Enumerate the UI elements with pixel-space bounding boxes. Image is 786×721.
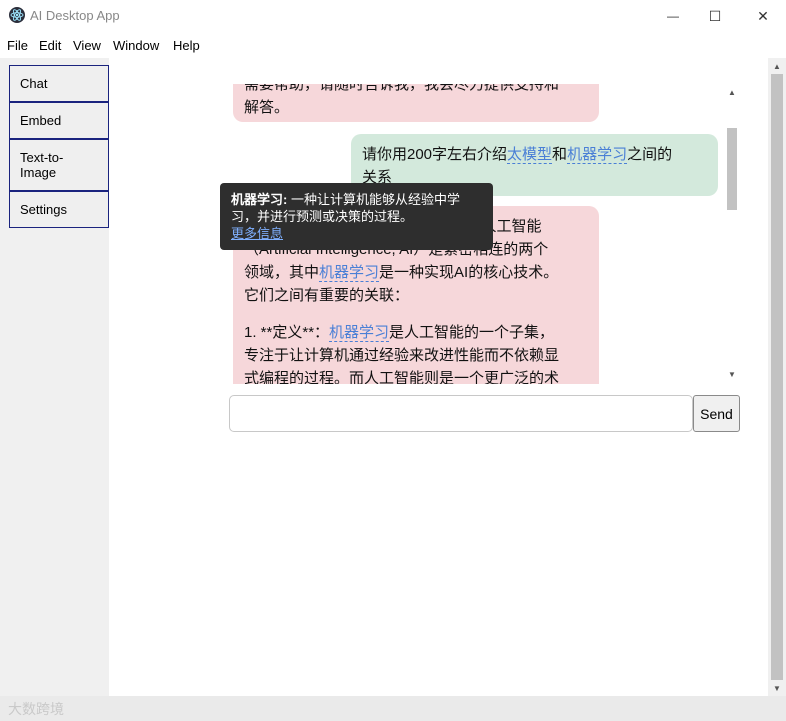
message-text: 1. **定义**： <box>244 324 330 341</box>
assistant-message: 需要帮助，请随时告诉我，我会尽力提供支持和 解答。 <box>233 84 599 122</box>
menu-help[interactable]: Help <box>173 38 200 53</box>
term-link-machine-learning[interactable]: 机器学习 <box>329 324 390 342</box>
maximize-button[interactable]: ☐ <box>692 0 738 32</box>
message-text: 和 <box>552 146 568 163</box>
scroll-up-icon[interactable]: ▲ <box>773 62 781 71</box>
window-scrollbar[interactable]: ▲ ▼ <box>768 58 786 696</box>
term-tooltip: 机器学习: 一种让计算机能够从经验中学 习，并进行预测或决策的过程。 更多信息 <box>220 183 493 250</box>
maximize-icon: ☐ <box>708 7 722 24</box>
menu-window[interactable]: Window <box>113 38 159 53</box>
watermark: 大数跨境 <box>8 702 64 718</box>
menu-edit[interactable]: Edit <box>39 38 61 53</box>
tooltip-line: 机器学习: 一种让计算机能够从经验中学 <box>231 191 482 208</box>
bottom-bar <box>0 696 786 721</box>
scroll-up-icon[interactable]: ▲ <box>728 88 736 97</box>
sidebar-item-label: Chat <box>20 76 48 91</box>
sidebar-label-line: Image <box>20 165 57 180</box>
message-line: 专注于让计算机通过经验来改进性能而不依赖显 <box>244 347 560 364</box>
close-icon: ✕ <box>757 7 769 24</box>
sidebar-item-embed[interactable]: Embed <box>9 102 109 139</box>
electron-atom-icon <box>9 7 25 23</box>
minimize-icon: — <box>667 9 679 23</box>
message-line: 式编程的过程。而人工智能则是一个更广泛的术 <box>244 370 560 384</box>
tooltip-definition: 习，并进行预测或决策的过程。 <box>231 209 414 224</box>
message-line: 需要帮助，请随时告诉我，我会尽力提供支持和 <box>244 84 560 93</box>
sidebar-item-chat[interactable]: Chat <box>9 65 109 102</box>
message-text: 请你用200字左右介绍 <box>362 146 508 163</box>
message-input[interactable] <box>229 395 693 432</box>
menu-bar: File Edit View Window Help <box>0 32 786 58</box>
chat-scrollbar[interactable]: ▲ ▼ <box>724 84 740 384</box>
close-button[interactable]: ✕ <box>740 0 786 32</box>
tooltip-definition: 一种让计算机能够从经验中学 <box>287 192 460 207</box>
window-scrollbar-thumb[interactable] <box>771 74 783 680</box>
term-link-machine-learning[interactable]: 机器学习 <box>567 146 628 164</box>
sidebar: Chat Embed Text-to- Image Settings <box>0 58 109 696</box>
term-link-machine-learning[interactable]: 机器学习 <box>319 264 380 282</box>
sidebar-item-label: Settings <box>20 202 67 217</box>
message-text: 是一种实现AI的核心技术。 <box>379 264 559 281</box>
sidebar-item-settings[interactable]: Settings <box>9 191 109 228</box>
message-text: 之间的 <box>627 146 673 163</box>
tooltip-more-info-link[interactable]: 更多信息 <box>231 225 482 242</box>
menu-view[interactable]: View <box>73 38 101 53</box>
sidebar-item-label: Embed <box>20 113 62 128</box>
send-button[interactable]: Send <box>693 395 740 432</box>
message-line: 解答。 <box>244 99 290 116</box>
scroll-down-icon[interactable]: ▼ <box>728 370 736 379</box>
message-line: 它们之间有重要的关联： <box>244 287 410 304</box>
title-bar: AI Desktop App — ☐ ✕ <box>0 0 786 32</box>
sidebar-label-line: Text-to- <box>20 150 64 165</box>
chat-scrollbar-thumb[interactable] <box>727 128 737 210</box>
term-link-large-model[interactable]: 太模型 <box>507 146 553 164</box>
sidebar-item-text-to-image[interactable]: Text-to- Image <box>9 139 109 191</box>
message-text: 领域，其中 <box>244 264 320 281</box>
sidebar-item-label: Text-to- Image <box>20 150 63 180</box>
message-line: 请你用200字左右介绍太模型和机器学习之间的 <box>362 143 707 166</box>
menu-file[interactable]: File <box>7 38 28 53</box>
tooltip-term: 机器学习: <box>231 192 288 207</box>
scroll-down-icon[interactable]: ▼ <box>773 684 781 693</box>
minimize-button[interactable]: — <box>650 0 696 32</box>
window-title: AI Desktop App <box>30 8 120 23</box>
message-line: 1. **定义**：机器学习是人工智能的一个子集， <box>244 321 588 344</box>
message-line: 领域，其中机器学习是一种实现AI的核心技术。 <box>244 261 588 284</box>
message-text: 是人工智能的一个子集， <box>389 324 555 341</box>
